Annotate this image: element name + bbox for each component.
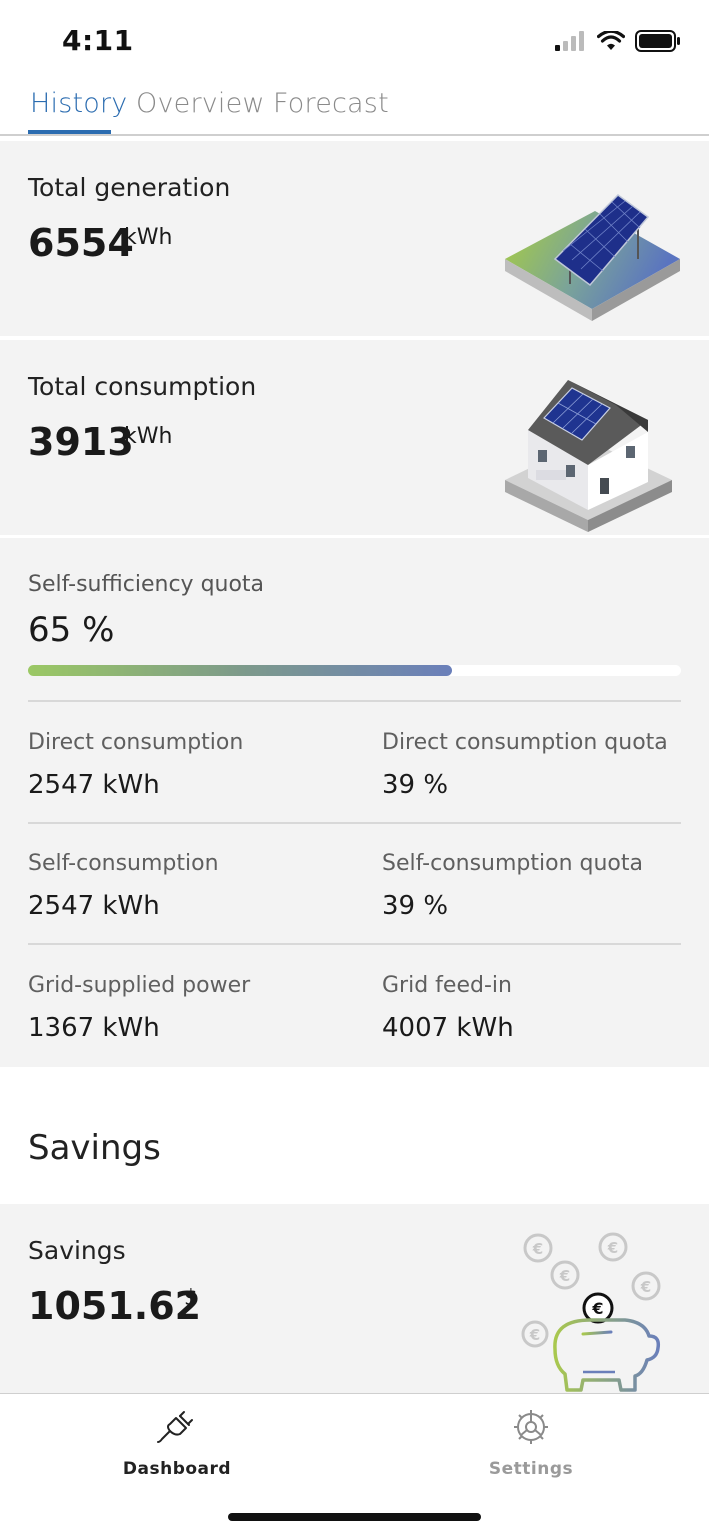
direct-consumption-quota-value: 39 % — [382, 770, 449, 800]
divider — [28, 943, 681, 945]
battery-icon — [635, 30, 680, 52]
direct-consumption-label: Direct consumption — [28, 730, 244, 755]
generation-card[interactable]: Total generation 6554 kWh — [0, 141, 709, 336]
home-indicator[interactable] — [228, 1513, 481, 1521]
tab-forecast[interactable]: Forecast — [273, 88, 389, 119]
signal-icon — [555, 31, 584, 51]
nav-dashboard-label: Dashboard — [122, 1459, 232, 1479]
self-consumption-label: Self-consumption — [28, 851, 219, 876]
gear-icon — [514, 1410, 548, 1444]
svg-text:€: € — [640, 1278, 651, 1296]
svg-text:€: € — [591, 1299, 603, 1318]
savings-section-title: Savings — [28, 1128, 161, 1168]
consumption-unit: kWh — [124, 424, 173, 449]
generation-unit: kWh — [124, 225, 173, 250]
stats-card: Self-sufficiency quota 65 % Direct consu… — [0, 538, 709, 1067]
direct-consumption-quota-label: Direct consumption quota — [382, 730, 668, 755]
nav-dashboard[interactable]: Dashboard — [77, 1406, 277, 1479]
grid-feed-in-label: Grid feed-in — [382, 973, 512, 998]
solar-panel-illustration — [505, 194, 680, 321]
tab-overview[interactable]: Overview — [136, 88, 265, 119]
savings-card[interactable]: Savings 1051.62 $ € € € € € € — [0, 1204, 709, 1393]
consumption-value: 3913 — [28, 420, 134, 464]
status-time: 4:11 — [62, 24, 134, 57]
wifi-icon — [597, 31, 625, 50]
status-icons — [555, 30, 681, 52]
grid-supplied-power-value: 1367 kWh — [28, 1013, 160, 1043]
svg-text:€: € — [532, 1240, 543, 1258]
consumption-label: Total consumption — [28, 372, 257, 401]
grid-feed-in-value: 4007 kWh — [382, 1013, 514, 1043]
self-consumption-quota-value: 39 % — [382, 891, 449, 921]
savings-unit: $ — [184, 1286, 198, 1311]
active-tab-indicator — [28, 130, 111, 134]
nav-settings-label: Settings — [488, 1459, 574, 1479]
self-consumption-value: 2547 kWh — [28, 891, 160, 921]
savings-label: Savings — [28, 1236, 126, 1265]
status-bar: 4:11 — [0, 0, 709, 80]
piggy-bank-illustration: € € € € € € — [521, 1232, 661, 1392]
self-sufficiency-value: 65 % — [28, 610, 115, 650]
self-sufficiency-progress-track — [28, 665, 681, 676]
svg-text:€: € — [607, 1239, 618, 1257]
generation-label: Total generation — [28, 173, 231, 202]
generation-value: 6554 — [28, 221, 134, 265]
svg-text:€: € — [559, 1267, 570, 1285]
house-illustration — [505, 380, 672, 532]
nav-settings[interactable]: Settings — [431, 1406, 631, 1479]
divider — [28, 700, 681, 702]
tab-bar: History Overview Forecast — [0, 80, 709, 136]
tab-history[interactable]: History — [30, 88, 127, 119]
grid-supplied-power-label: Grid-supplied power — [28, 973, 251, 998]
self-sufficiency-progress-fill — [28, 665, 453, 676]
self-sufficiency-label: Self-sufficiency quota — [28, 572, 265, 597]
svg-text:€: € — [529, 1326, 540, 1344]
consumption-card[interactable]: Total consumption 3913 kWh — [0, 340, 709, 535]
savings-value: 1051.62 — [28, 1284, 202, 1328]
self-consumption-quota-label: Self-consumption quota — [382, 851, 644, 876]
plug-icon — [157, 1411, 193, 1443]
direct-consumption-value: 2547 kWh — [28, 770, 160, 800]
divider — [28, 822, 681, 824]
